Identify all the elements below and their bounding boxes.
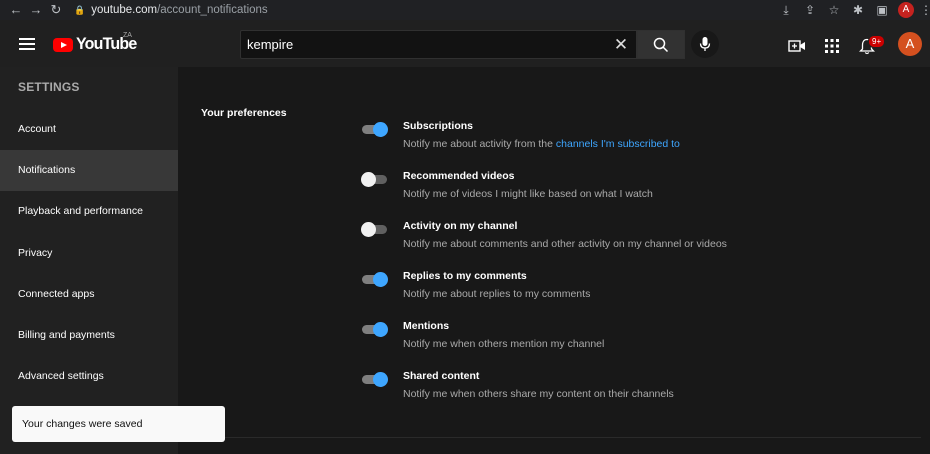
preference-title: Activity on my channel xyxy=(403,220,518,232)
preference-title: Recommended videos xyxy=(403,170,515,182)
browser-toolbar: ← → ↻ 🔒 youtube.com/account_notification… xyxy=(0,0,930,20)
preference-title: Mentions xyxy=(403,320,450,332)
browser-menu-icon[interactable]: ⋮ xyxy=(920,0,930,20)
search-button[interactable] xyxy=(637,30,685,59)
voice-search-button[interactable] xyxy=(691,30,719,58)
sidebar-item-connected-apps[interactable]: Connected apps xyxy=(0,274,178,315)
preference-shared-content: Shared content Notify me when others sha… xyxy=(361,365,921,405)
browser-profile-avatar[interactable]: A xyxy=(898,2,914,18)
preference-title: Subscriptions xyxy=(403,120,474,132)
country-code: ZA xyxy=(123,32,132,39)
comment-replies-toggle[interactable] xyxy=(361,272,388,287)
avatar[interactable]: A xyxy=(898,32,922,56)
preference-description: Notify me about activity from the channe… xyxy=(403,138,680,150)
reload-icon[interactable]: ↻ xyxy=(46,0,66,20)
url-path: /account_notifications xyxy=(157,4,268,16)
bookmark-star-icon[interactable]: ☆ xyxy=(822,0,846,20)
preference-comment-replies: Replies to my comments Notify me about r… xyxy=(361,265,921,305)
preference-description: Notify me about replies to my comments xyxy=(403,288,591,300)
menu-hamburger-icon[interactable] xyxy=(19,38,35,50)
preference-description: Notify me when others mention my channel xyxy=(403,338,605,350)
install-icon[interactable]: ⤓ xyxy=(774,0,798,20)
sidebar-title: SETTINGS xyxy=(18,80,80,94)
lock-icon: 🔒 xyxy=(74,4,86,15)
preference-mentions: Mentions Notify me when others mention m… xyxy=(361,315,921,355)
shared-content-toggle[interactable] xyxy=(361,372,388,387)
back-arrow-icon[interactable]: ← xyxy=(6,0,26,20)
notification-count-badge: 9+ xyxy=(868,35,886,48)
share-icon[interactable]: ⇪ xyxy=(798,0,822,20)
search-query-text: kempire xyxy=(247,37,294,52)
mentions-toggle[interactable] xyxy=(361,322,388,337)
preference-channel-activity: Activity on my channel Notify me about c… xyxy=(361,215,921,255)
sidebar-item-advanced[interactable]: Advanced settings xyxy=(0,356,178,397)
forward-arrow-icon[interactable]: → xyxy=(26,0,46,20)
sidebar-item-notifications[interactable]: Notifications xyxy=(0,150,178,191)
sidebar-panel-icon[interactable]: ▣ xyxy=(870,0,894,20)
preference-description: Notify me when others share my content o… xyxy=(403,388,674,400)
settings-sidebar: SETTINGS Account Notifications Playback … xyxy=(0,67,178,454)
search-icon xyxy=(653,37,669,52)
search-input[interactable]: kempire ✕ xyxy=(240,30,637,59)
microphone-icon xyxy=(699,37,711,51)
address-bar[interactable]: 🔒 youtube.com/account_notifications xyxy=(74,4,268,16)
notifications-settings-panel: Your preferences Subscriptions Notify me… xyxy=(178,67,930,454)
youtube-play-icon xyxy=(53,38,73,52)
subscribed-channels-link[interactable]: channels I'm subscribed to xyxy=(556,138,680,150)
section-title: Your preferences xyxy=(201,107,287,119)
preference-title: Replies to my comments xyxy=(403,270,527,282)
preference-description: Notify me about comments and other activ… xyxy=(403,238,727,250)
apps-grid-icon[interactable] xyxy=(822,36,842,56)
create-video-icon[interactable] xyxy=(787,36,807,56)
preference-title: Shared content xyxy=(403,370,480,382)
preference-description: Notify me of videos I might like based o… xyxy=(403,188,653,200)
section-divider xyxy=(201,437,921,438)
preference-subscriptions: Subscriptions Notify me about activity f… xyxy=(361,115,921,155)
subscriptions-toggle[interactable] xyxy=(361,122,388,137)
sidebar-item-billing[interactable]: Billing and payments xyxy=(0,315,178,356)
clear-search-icon[interactable]: ✕ xyxy=(606,35,636,55)
sidebar-item-playback[interactable]: Playback and performance xyxy=(0,191,178,232)
recommended-videos-toggle[interactable] xyxy=(361,172,388,187)
saved-toast: Your changes were saved xyxy=(12,406,225,442)
channel-activity-toggle[interactable] xyxy=(361,222,388,237)
masthead: YouTube ZA kempire ✕ 9+ A xyxy=(0,20,930,67)
extensions-puzzle-icon[interactable]: ✱ xyxy=(846,0,870,20)
sidebar-item-account[interactable]: Account xyxy=(0,109,178,150)
preference-recommended-videos: Recommended videos Notify me of videos I… xyxy=(361,165,921,205)
url-host: youtube.com xyxy=(91,4,158,16)
sidebar-item-privacy[interactable]: Privacy xyxy=(0,233,178,274)
